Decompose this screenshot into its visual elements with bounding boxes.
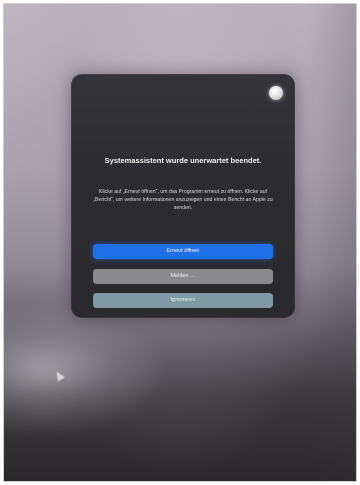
screen-vignette <box>306 4 356 481</box>
dialog-message: Klicke auf „Erneut öffnen“, um das Progr… <box>93 189 273 212</box>
ignore-button[interactable]: Ignorieren <box>93 293 273 308</box>
dialog-title: Systemassistent wurde unerwartet beendet… <box>104 156 262 165</box>
app-icon <box>269 86 283 100</box>
crash-alert-dialog: Systemassistent wurde unerwartet beendet… <box>71 74 295 318</box>
screen-glare <box>4 304 164 434</box>
reopen-button[interactable]: Erneut öffnen <box>93 244 273 259</box>
report-button[interactable]: Melden … <box>93 269 273 284</box>
photo-frame: Systemassistent wurde unerwartet beendet… <box>3 3 357 482</box>
